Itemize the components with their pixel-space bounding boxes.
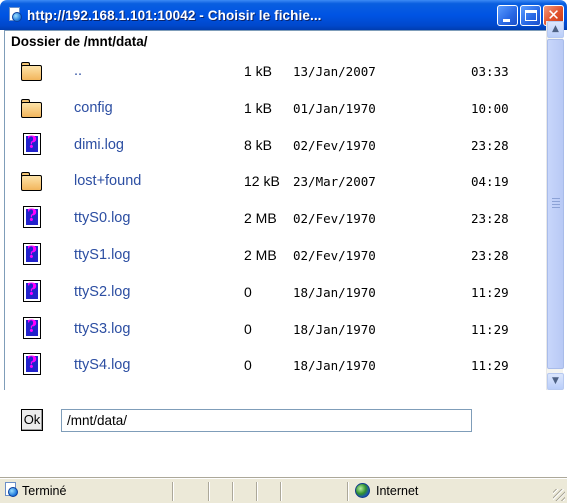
scroll-up-arrow-icon[interactable]: ▲ bbox=[547, 21, 564, 38]
status-divider bbox=[232, 482, 234, 501]
file-size: 0 bbox=[244, 357, 252, 374]
file-time: 11:29 bbox=[471, 358, 509, 374]
file-size: 2 MB bbox=[244, 247, 277, 263]
file-time: 23:28 bbox=[471, 137, 509, 153]
unknown-file-icon[interactable]: ? bbox=[21, 243, 43, 267]
file-name-link[interactable]: .. bbox=[74, 63, 82, 79]
file-date: 18/Jan/1970 bbox=[293, 321, 376, 337]
file-row[interactable]: ? ttyS2.log 0 18/Jan/1970 11:29 bbox=[5, 274, 548, 310]
file-size: 12 kB bbox=[244, 173, 280, 190]
window-titlebar[interactable]: http://192.168.1.101:10042 - Choisir le … bbox=[0, 0, 567, 30]
file-date: 18/Jan/1970 bbox=[293, 358, 376, 374]
maximize-button[interactable] bbox=[520, 4, 541, 26]
resize-grip-icon[interactable] bbox=[553, 489, 565, 501]
file-date: 02/Fev/1970 bbox=[293, 211, 376, 227]
unknown-file-icon[interactable]: ? bbox=[21, 132, 43, 157]
file-time: 11:29 bbox=[471, 284, 509, 300]
vertical-scrollbar[interactable]: ▲ ▼ bbox=[546, 21, 564, 390]
file-date: 02/Fev/1970 bbox=[293, 248, 376, 263]
unknown-file-icon[interactable]: ? bbox=[21, 353, 43, 377]
path-input[interactable]: /mnt/data/ bbox=[61, 409, 472, 432]
status-text: Terminé bbox=[22, 484, 67, 498]
file-name-link[interactable]: ttyS4.log bbox=[74, 357, 130, 373]
file-date: 02/Fev/1970 bbox=[293, 137, 376, 153]
file-date: 13/Jan/2007 bbox=[293, 64, 376, 79]
status-divider bbox=[172, 482, 174, 501]
scrollbar-thumb[interactable] bbox=[547, 39, 564, 369]
window-title: http://192.168.1.101:10042 - Choisir le … bbox=[27, 7, 322, 23]
file-size: 0 bbox=[244, 320, 252, 337]
internet-zone-icon bbox=[355, 483, 370, 498]
file-time: 23:28 bbox=[471, 211, 509, 227]
file-time: 03:33 bbox=[471, 64, 509, 79]
scroll-down-arrow-icon[interactable]: ▼ bbox=[547, 373, 564, 390]
status-divider bbox=[208, 482, 210, 501]
file-row[interactable]: ? ttyS4.log 0 18/Jan/1970 11:29 bbox=[5, 347, 548, 383]
minimize-button[interactable] bbox=[497, 4, 518, 26]
status-divider bbox=[280, 482, 282, 501]
file-time: 23:28 bbox=[471, 248, 509, 263]
file-name-link[interactable]: config bbox=[74, 100, 113, 116]
file-browser-pane: Dossier de /mnt/data/ .. 1 kB 13/Jan/2007 0… bbox=[4, 30, 563, 390]
ok-button[interactable]: Ok bbox=[21, 409, 43, 431]
file-name-link[interactable]: ttyS2.log bbox=[74, 284, 130, 300]
file-time: 11:29 bbox=[471, 321, 509, 337]
file-row[interactable]: ? ttyS1.log 2 MB 02/Fev/1970 23:28 bbox=[5, 237, 548, 273]
file-row[interactable]: ? dimi.log 8 kB 02/Fev/1970 23:28 bbox=[5, 127, 548, 163]
file-time: 10:00 bbox=[471, 100, 509, 116]
file-row[interactable]: lost+found 12 kB 23/Mar/2007 04:19 bbox=[5, 163, 548, 199]
folder-icon[interactable] bbox=[21, 59, 43, 83]
file-name-link[interactable]: dimi.log bbox=[74, 137, 124, 153]
folder-icon[interactable] bbox=[21, 169, 43, 193]
folder-heading: Dossier de /mnt/data/ bbox=[11, 34, 148, 49]
file-size: 2 MB bbox=[244, 210, 277, 227]
page-done-icon bbox=[4, 482, 20, 498]
file-row[interactable]: .. 1 kB 13/Jan/2007 03:33 bbox=[5, 53, 548, 89]
security-zone-text: Internet bbox=[376, 484, 419, 498]
file-row[interactable]: ? ttyS0.log 2 MB 02/Fev/1970 23:28 bbox=[5, 200, 548, 236]
status-divider bbox=[347, 482, 349, 501]
file-name-link[interactable]: ttyS3.log bbox=[74, 321, 130, 337]
unknown-file-icon[interactable]: ? bbox=[21, 206, 43, 230]
folder-icon[interactable] bbox=[21, 96, 43, 120]
unknown-file-icon[interactable]: ? bbox=[21, 279, 43, 304]
path-form: Ok /mnt/data/ bbox=[0, 390, 567, 460]
status-bar: Terminé Internet bbox=[0, 478, 567, 503]
file-row[interactable]: config 1 kB 01/Jan/1970 10:00 bbox=[5, 90, 548, 126]
unknown-file-icon[interactable]: ? bbox=[21, 316, 43, 341]
file-name-link[interactable]: ttyS1.log bbox=[74, 247, 130, 263]
file-size: 0 bbox=[244, 283, 252, 300]
file-name-link[interactable]: ttyS0.log bbox=[74, 210, 130, 226]
file-size: 8 kB bbox=[244, 136, 273, 153]
file-date: 23/Mar/2007 bbox=[293, 174, 376, 190]
file-date: 01/Jan/1970 bbox=[293, 100, 376, 116]
file-row[interactable]: ? ttyS3.log 0 18/Jan/1970 11:29 bbox=[5, 311, 548, 347]
file-size: 1 kB bbox=[244, 99, 273, 116]
file-name-link[interactable]: lost+found bbox=[74, 173, 141, 189]
ie-page-icon bbox=[7, 7, 23, 23]
maximize-icon bbox=[525, 9, 537, 21]
file-date: 18/Jan/1970 bbox=[293, 284, 376, 300]
file-time: 04:19 bbox=[471, 174, 509, 190]
status-divider bbox=[256, 482, 258, 501]
file-size: 1 kB bbox=[244, 63, 273, 79]
minimize-icon bbox=[503, 18, 510, 22]
